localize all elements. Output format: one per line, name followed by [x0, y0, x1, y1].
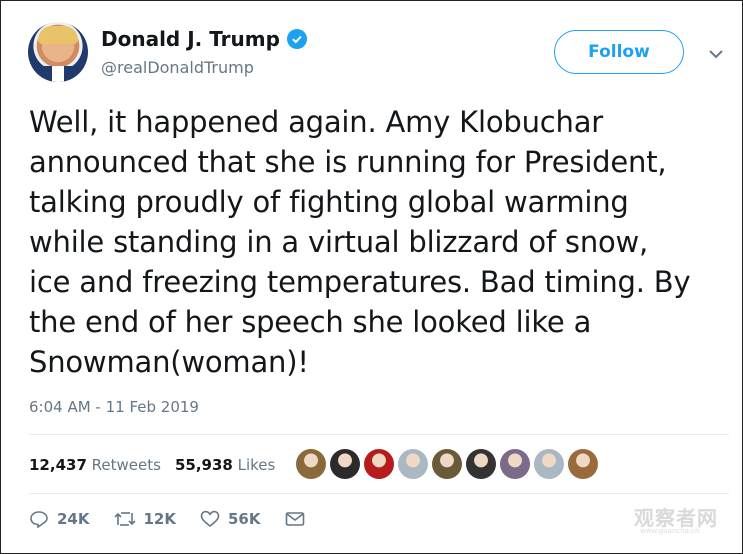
retweets-stat[interactable]: 12,437 Retweets [29, 456, 161, 474]
likes-stat[interactable]: 55,938 Likes [175, 456, 275, 474]
reply-count: 24K [57, 510, 90, 528]
retweet-button[interactable]: 12K [113, 510, 177, 528]
heart-icon [200, 510, 220, 528]
tweet-line: ice and freezing temperatures. Bad timin… [29, 265, 691, 299]
tweet-line: announced that she is running for Presid… [29, 145, 667, 179]
like-button[interactable]: 56K [200, 510, 261, 528]
author-name-row: Donald J. Trump [101, 27, 307, 51]
retweet-count: 12K [143, 510, 177, 528]
like-count: 56K [228, 510, 261, 528]
liker-avatars [296, 449, 598, 479]
avatar-hair [38, 26, 78, 44]
envelope-icon [285, 512, 304, 526]
retweets-count: 12,437 [29, 456, 87, 474]
liker-avatar[interactable] [500, 449, 530, 479]
tweet-line: the end of her speech she looked like a [29, 305, 592, 339]
verified-badge-icon [286, 29, 307, 49]
liker-avatar[interactable] [534, 449, 564, 479]
tweet-line: Snowman(woman)! [29, 345, 309, 379]
divider [29, 493, 729, 494]
reply-button[interactable]: 24K [29, 510, 90, 528]
retweet-icon [113, 512, 136, 526]
tweet-timestamp[interactable]: 6:04 AM - 11 Feb 2019 [29, 398, 199, 416]
avatar-collar [52, 66, 64, 82]
liker-avatar[interactable] [330, 449, 360, 479]
tweet-actions: 24K 12K 56K [29, 510, 329, 528]
direct-message-button[interactable] [285, 511, 305, 527]
engagement-stats: 12,437 Retweets 55,938 Likes [29, 456, 275, 474]
follow-button[interactable]: Follow [554, 30, 684, 74]
liker-avatar[interactable] [432, 449, 462, 479]
likes-count: 55,938 [174, 456, 233, 474]
liker-avatar[interactable] [398, 449, 428, 479]
divider [29, 434, 729, 435]
liker-avatar[interactable] [364, 449, 394, 479]
tweet-text: Well, it happened again. Amy Klobuchar a… [29, 102, 729, 382]
retweets-label: Retweets [91, 456, 161, 474]
tweet-line: talking proudly of fighting global warmi… [29, 185, 629, 219]
author-handle[interactable]: @realDonaldTrump [101, 58, 254, 77]
liker-avatar[interactable] [568, 449, 598, 479]
tweet-line: Well, it happened again. Amy Klobuchar [29, 105, 603, 139]
author-name[interactable]: Donald J. Trump [101, 27, 280, 51]
watermark-url: www.guancha.cn [640, 527, 700, 535]
chevron-down-icon[interactable] [708, 44, 724, 63]
likes-label: Likes [237, 456, 276, 474]
liker-avatar[interactable] [466, 449, 496, 479]
reply-icon [30, 511, 48, 528]
author-avatar[interactable] [28, 22, 88, 82]
liker-avatar[interactable] [296, 449, 326, 479]
tweet-line: while standing in a virtual blizzard of … [29, 225, 649, 259]
